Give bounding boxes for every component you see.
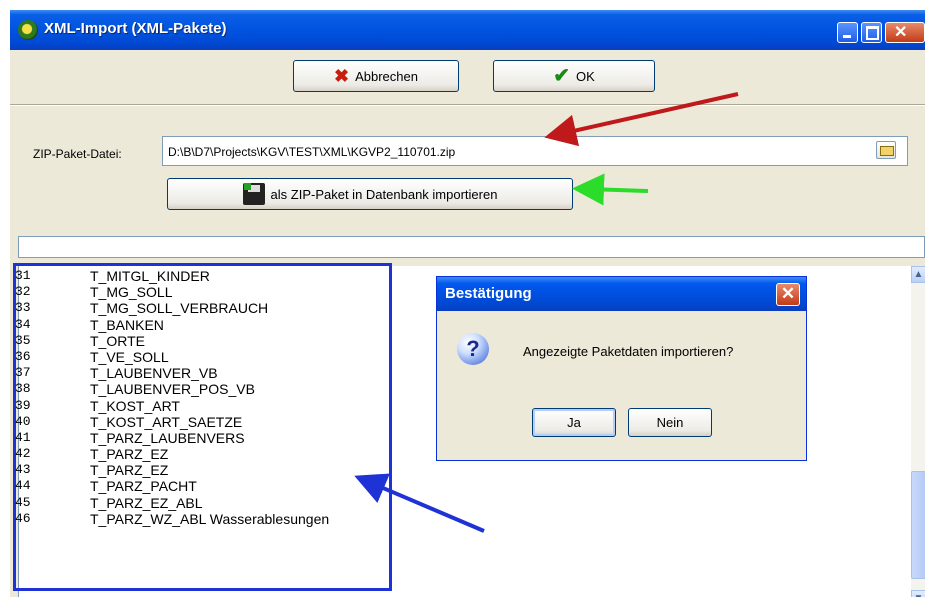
row-name: T_MG_SOLL_VERBRAUCH bbox=[90, 300, 269, 317]
minimize-icon[interactable] bbox=[837, 22, 858, 43]
scroll-down-icon[interactable]: ▼ bbox=[911, 590, 925, 597]
row-name: T_MITGL_KINDER bbox=[90, 268, 210, 284]
confirm-dialog: Bestätigung ✕ ? Angezeigte Paketdaten im… bbox=[436, 276, 807, 461]
title-bar[interactable]: XML-Import (XML-Pakete) ✕ bbox=[10, 10, 925, 50]
row-number: 43 bbox=[15, 462, 31, 478]
row-number: 46 bbox=[15, 510, 31, 526]
row-name: T_PARZ_EZ bbox=[90, 462, 169, 479]
table-rows: 31 T_MITGL_KINDER 32 T_MG_SOLL 33 T_MG_SOLL… bbox=[15, 268, 329, 527]
row-number: 31 bbox=[15, 268, 31, 283]
row-name: T_KOST_ART bbox=[90, 397, 180, 414]
question-icon: ? bbox=[457, 333, 489, 365]
row-number: 37 bbox=[15, 365, 31, 381]
list-item[interactable]: 33 T_MG_SOLL_VERBRAUCH bbox=[15, 300, 329, 316]
dialog-title-bar[interactable]: Bestätigung ✕ bbox=[437, 277, 806, 311]
dialog-title: Bestätigung bbox=[445, 285, 532, 302]
floppy-disk-icon bbox=[242, 183, 265, 205]
row-number: 33 bbox=[15, 300, 31, 316]
zip-file-label: ZIP-Paket-Datei: bbox=[33, 147, 122, 161]
list-item[interactable]: 32 T_MG_SOLL bbox=[15, 284, 329, 300]
row-name: T_PARZ_LAUBENVERS bbox=[90, 429, 245, 446]
row-number: 42 bbox=[15, 446, 31, 462]
row-number: 38 bbox=[15, 381, 31, 397]
yes-button[interactable]: Ja bbox=[532, 408, 616, 437]
row-name: T_LAUBENVER_VB bbox=[90, 365, 218, 382]
folder-open-icon[interactable] bbox=[876, 141, 896, 159]
progress-bar bbox=[18, 236, 925, 258]
cancel-button[interactable]: ✖ Abbrechen bbox=[293, 60, 459, 92]
close-button[interactable]: ✕ bbox=[885, 22, 925, 43]
list-item[interactable]: 41 T_PARZ_LAUBENVERS bbox=[15, 430, 329, 446]
scroll-up-icon[interactable]: ▲ bbox=[911, 266, 925, 283]
maximize-icon[interactable] bbox=[861, 22, 882, 43]
row-number: 39 bbox=[15, 397, 31, 413]
list-item[interactable]: 34 T_BANKEN bbox=[15, 317, 329, 333]
list-item[interactable]: 37 T_LAUBENVER_VB bbox=[15, 365, 329, 381]
row-name: T_MG_SOLL bbox=[90, 284, 173, 301]
toolbar-divider bbox=[10, 104, 925, 106]
list-item[interactable]: 43 T_PARZ_EZ bbox=[15, 462, 329, 478]
row-name: T_PARZ_EZ_ABL bbox=[90, 494, 203, 511]
no-button[interactable]: Nein bbox=[628, 408, 712, 437]
list-item[interactable]: 42 T_PARZ_EZ bbox=[15, 446, 329, 462]
close-icon: ✕ bbox=[894, 24, 908, 41]
row-number: 40 bbox=[15, 413, 31, 429]
row-number: 44 bbox=[15, 478, 31, 494]
list-item[interactable]: 36 T_VE_SOLL bbox=[15, 349, 329, 365]
row-number: 36 bbox=[15, 348, 31, 364]
ok-button-label: OK bbox=[575, 68, 595, 84]
list-item[interactable]: 39 T_KOST_ART bbox=[15, 398, 329, 414]
dialog-message: Angezeigte Paketdaten importieren? bbox=[523, 344, 734, 359]
row-name: T_ORTE bbox=[90, 332, 145, 349]
list-item[interactable]: 45 T_PARZ_EZ_ABL bbox=[15, 495, 329, 511]
row-name: T_LAUBENVER_POS_VB bbox=[90, 381, 255, 398]
list-item[interactable]: 38 T_LAUBENVER_POS_VB bbox=[15, 381, 329, 397]
list-item[interactable]: 35 T_ORTE bbox=[15, 333, 329, 349]
list-item[interactable]: 44 T_PARZ_PACHT bbox=[15, 478, 329, 494]
row-name: T_VE_SOLL bbox=[90, 348, 169, 365]
import-zip-button[interactable]: als ZIP-Paket in Datenbank importieren bbox=[167, 178, 573, 210]
row-name: T_PARZ_PACHT bbox=[90, 478, 197, 495]
list-item[interactable]: 40 T_KOST_ART_SAETZE bbox=[15, 414, 329, 430]
scrollbar-thumb[interactable] bbox=[911, 471, 925, 579]
row-number: 41 bbox=[15, 429, 31, 445]
row-number: 34 bbox=[15, 316, 31, 332]
ok-button[interactable]: ✔ OK bbox=[493, 60, 655, 92]
row-name: T_BANKEN bbox=[90, 316, 164, 333]
cross-icon: ✖ bbox=[334, 66, 350, 86]
import-zip-button-label: als ZIP-Paket in Datenbank importieren bbox=[270, 186, 498, 202]
list-item[interactable]: 31 T_MITGL_KINDER bbox=[15, 268, 329, 284]
cancel-button-label: Abbrechen bbox=[355, 68, 418, 84]
dialog-close-icon[interactable]: ✕ bbox=[776, 283, 800, 306]
list-item[interactable]: 46 T_PARZ_WZ_ABL Wasserablesungen bbox=[15, 511, 329, 527]
zip-file-input[interactable]: D:\B\D7\Projects\KGV\TEST\XML\KGVP2_1107… bbox=[162, 136, 908, 166]
row-number: 32 bbox=[15, 284, 31, 300]
checkmark-icon: ✔ bbox=[553, 65, 570, 87]
row-number: 35 bbox=[15, 332, 31, 348]
row-name: T_PARZ_EZ bbox=[90, 446, 169, 463]
window-title: XML-Import (XML-Pakete) bbox=[44, 20, 227, 37]
app-icon bbox=[18, 20, 38, 40]
row-number: 45 bbox=[15, 494, 31, 510]
row-name: T_PARZ_WZ_ABL Wasserablesungen bbox=[90, 510, 330, 527]
vertical-scrollbar[interactable]: ▲ ▼ bbox=[911, 266, 925, 597]
row-name: T_KOST_ART_SAETZE bbox=[90, 413, 243, 430]
